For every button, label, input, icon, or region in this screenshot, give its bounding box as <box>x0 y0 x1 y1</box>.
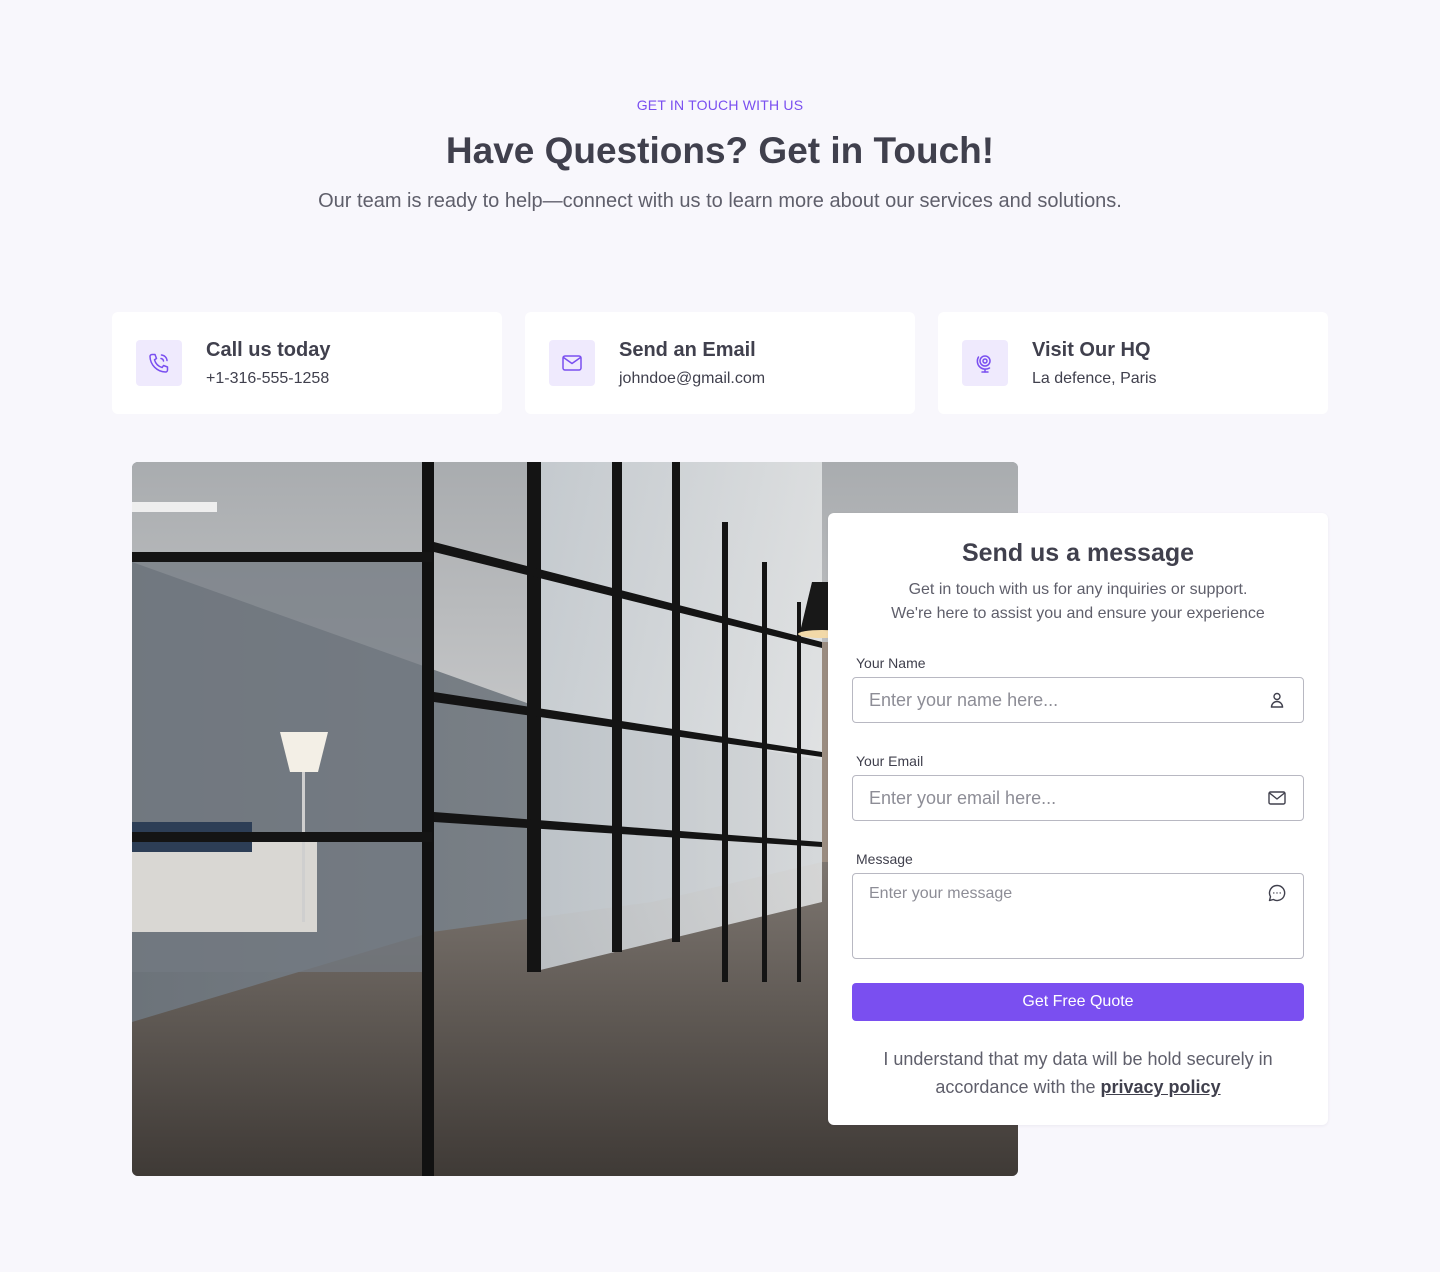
contact-card-title: Send an Email <box>619 338 756 361</box>
contact-card-value[interactable]: +1-316-555-1258 <box>206 370 330 388</box>
form-description-line: We're here to assist you and ensure your… <box>891 605 1265 622</box>
name-placeholder: Enter your name here... <box>869 690 1059 710</box>
form-title: Send us a message <box>961 539 1195 567</box>
mail-icon <box>1267 788 1287 808</box>
form-description: Get in touch with us for any inquiries o… <box>828 578 1328 626</box>
contact-card-email[interactable]: Send an Email johndoe@gmail.com <box>525 312 915 414</box>
message-textarea[interactable]: Enter your message <box>852 873 1304 959</box>
phone-icon <box>136 340 182 386</box>
contact-card-value[interactable]: La defence, Paris <box>1032 370 1157 388</box>
email-placeholder: Enter your email here... <box>869 788 1057 808</box>
page-title: Have Questions? Get in Touch! <box>445 130 995 171</box>
privacy-notice-line: accordance with the privacy policy <box>828 1073 1328 1101</box>
globe-icon <box>962 340 1008 386</box>
contact-card-title: Visit Our HQ <box>1032 338 1151 361</box>
email-input[interactable]: Enter your email here... <box>852 775 1304 821</box>
contact-card-hq[interactable]: Visit Our HQ La defence, Paris <box>938 312 1328 414</box>
contact-section: GET IN TOUCH WITH US Have Questions? Get… <box>0 0 1440 1272</box>
contact-card-value[interactable]: johndoe@gmail.com <box>619 370 765 388</box>
message-label: Message <box>856 851 913 867</box>
get-free-quote-button[interactable]: Get Free Quote <box>852 983 1304 1021</box>
form-description-line: Get in touch with us for any inquiries o… <box>908 581 1248 598</box>
name-label: Your Name <box>856 655 926 671</box>
section-eyebrow: GET IN TOUCH WITH US <box>636 97 804 113</box>
email-label: Your Email <box>856 753 924 769</box>
privacy-policy-link[interactable]: privacy policy <box>1101 1077 1221 1097</box>
privacy-notice: I understand that my data will be hold s… <box>828 1045 1328 1101</box>
chat-bubble-icon <box>1267 883 1287 903</box>
name-input[interactable]: Enter your name here... <box>852 677 1304 723</box>
message-form: Send us a message Get in touch with us f… <box>828 513 1328 1125</box>
message-placeholder: Enter your message <box>869 885 1013 902</box>
user-icon <box>1267 690 1287 710</box>
contact-card-phone[interactable]: Call us today +1-316-555-1258 <box>112 312 502 414</box>
privacy-notice-line: I understand that my data will be hold s… <box>883 1049 1273 1069</box>
mail-icon <box>549 340 595 386</box>
contact-card-title: Call us today <box>206 338 331 361</box>
page-subtitle: Our team is ready to help—connect with u… <box>318 190 1122 212</box>
privacy-notice-prefix: accordance with the <box>935 1077 1096 1097</box>
